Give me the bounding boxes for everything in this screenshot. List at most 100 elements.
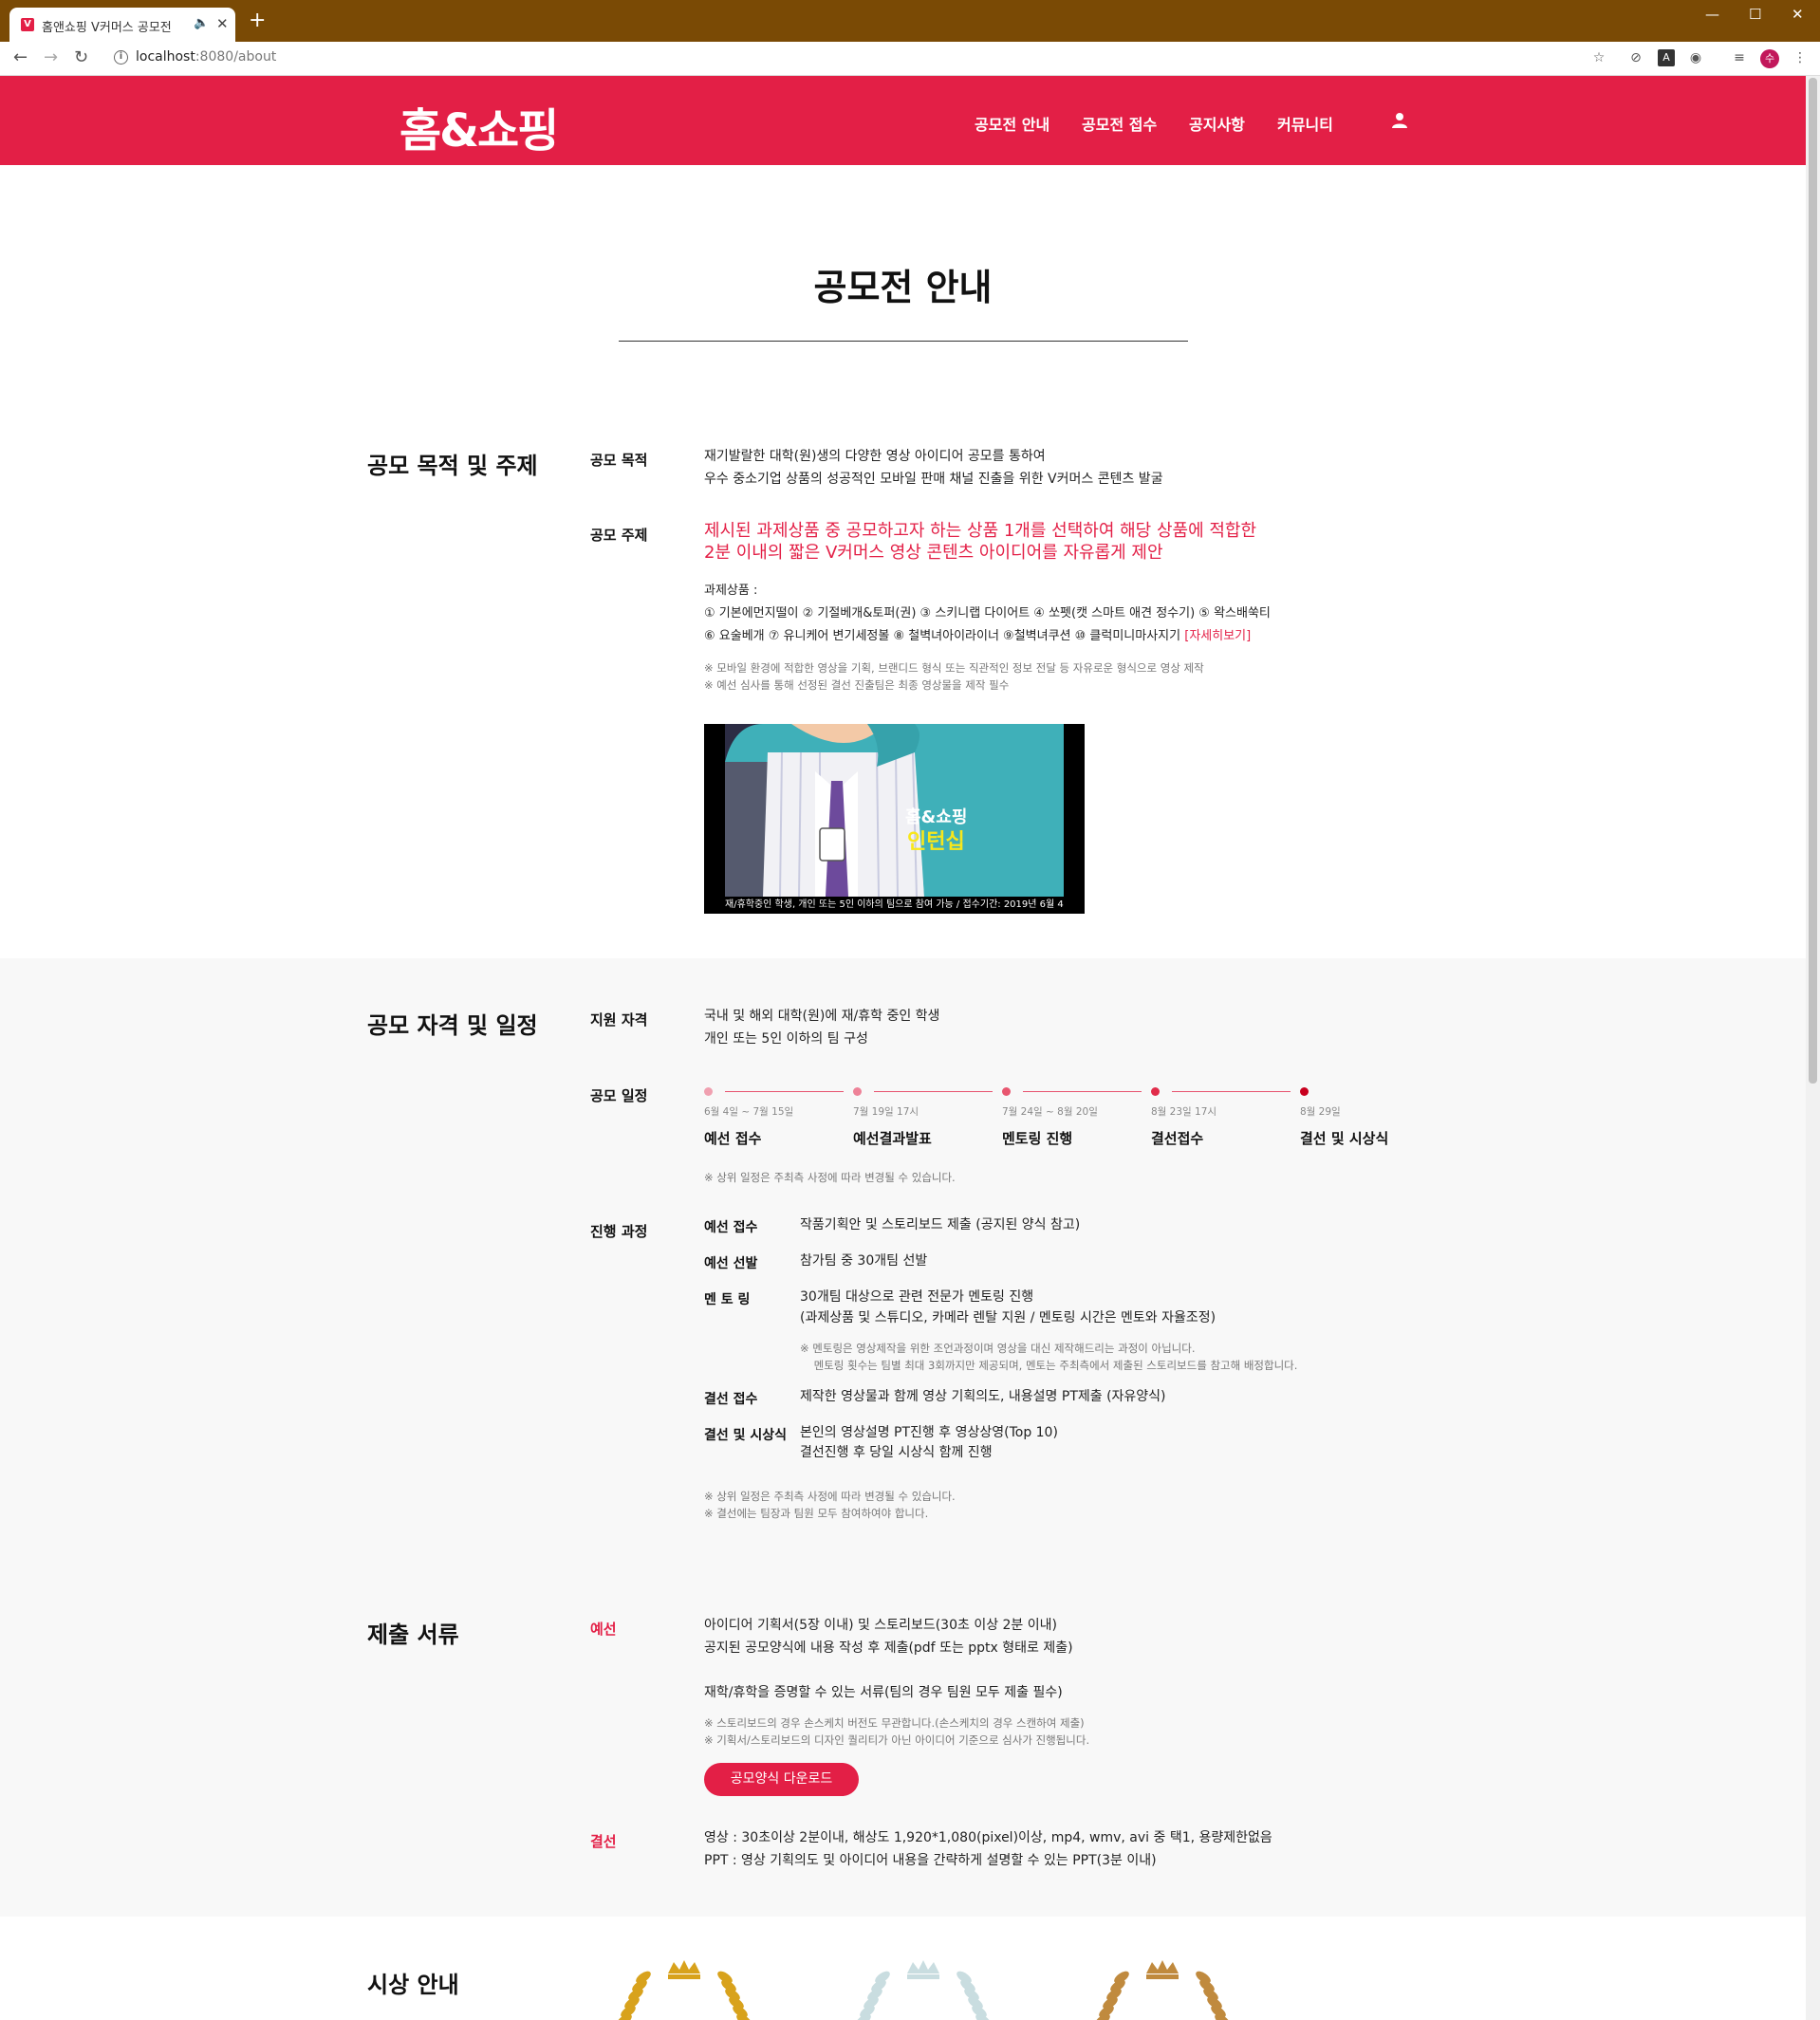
tab-title: 홈앤쇼핑 V커머스 공모전	[42, 21, 172, 35]
bookmark-star-icon[interactable]: ☆	[1590, 49, 1607, 66]
window-close-icon[interactable]: ✕	[1792, 6, 1804, 23]
process-text-mentoring-2: (과제상품 및 스튜디오, 카메라 렌탈 지원 / 멘토링 시간은 멘토와 자율…	[800, 1310, 1216, 1325]
site-favicon-icon: V	[21, 18, 34, 31]
label-process: 진행 과정	[590, 1223, 648, 1240]
page-title: 공모전 안내	[813, 267, 993, 308]
mentoring-note-1: ※ 멘토링은 영상제작을 위한 조언과정이며 영상을 대신 제작해드리는 과정이…	[800, 1342, 1196, 1355]
label-theme: 공모 주제	[590, 527, 648, 544]
close-icon[interactable]: ✕	[216, 15, 229, 32]
process-label-selection: 예선 선발	[704, 1256, 758, 1271]
process-note-1: ※ 상위 일정은 주최측 사정에 따라 변경될 수 있습니다.	[704, 1490, 956, 1503]
label-final: 결선	[590, 1833, 617, 1850]
timeline-step-name: 예선 접수	[704, 1130, 762, 1147]
process-note-2: ※ 결선에는 팀장과 팀원 모두 참여하여야 합니다.	[704, 1507, 929, 1520]
maximize-icon[interactable]: ☐	[1749, 6, 1761, 23]
timeline-date: 8월 23일 17시	[1151, 1106, 1217, 1118]
timeline-dot	[1002, 1087, 1011, 1096]
products-heading: 과제상품 :	[704, 584, 758, 598]
purpose-note-1: ※ 모바일 환경에 적합한 영상을 기획, 브랜디드 형식 또는 직관적인 정보…	[704, 661, 1204, 675]
menu-kebab-icon[interactable]: ⋮	[1792, 49, 1809, 66]
download-form-button[interactable]: 공모양식 다운로드	[704, 1763, 859, 1796]
site-logo[interactable]: 홈&쇼핑	[399, 93, 559, 159]
block-extension-icon[interactable]: ⊘	[1627, 49, 1644, 66]
reload-icon[interactable]: ↻	[74, 47, 88, 67]
proof-line: 재학/휴학을 증명할 수 있는 서류(팀의 경우 팀원 모두 제출 필수)	[704, 1685, 1063, 1700]
nav-community[interactable]: 커뮤니티	[1277, 112, 1333, 135]
new-tab-plus-icon[interactable]: +	[249, 10, 266, 31]
timeline-connector	[1023, 1091, 1142, 1092]
page-scrollbar[interactable]	[1806, 76, 1820, 2020]
title-divider	[619, 341, 1188, 342]
timeline-step-name: 결선 및 시상식	[1300, 1130, 1389, 1147]
goal-line-2: 우수 중소기업 상품의 성공적인 모바일 판매 채널 진출을 위한 V커머스 콘…	[704, 472, 1163, 487]
process-label-mentoring: 멘 토 링	[704, 1292, 751, 1307]
products-more-link[interactable]: [자세히보기]	[1184, 629, 1251, 643]
process-text-mentoring-1: 30개팀 대상으로 관련 전문가 멘토링 진행	[800, 1289, 1034, 1305]
products-line-2: ⑥ 요술베개 ⑦ 유니케어 변기세정볼 ⑧ 철벽녀아이라이너 ⑨철벽녀쿠션 ⑩ …	[704, 625, 1251, 648]
timeline-dot	[853, 1087, 862, 1096]
theme-line-2: 2분 이내의 짧은 V커머스 영상 콘텐츠 아이디어를 자유롭게 제안	[704, 543, 1163, 563]
timeline-connector	[725, 1091, 844, 1092]
award-wreath-icon	[617, 1960, 752, 2020]
timeline-date: 7월 19일 17시	[853, 1106, 919, 1118]
mentoring-note-2: 멘토링 횟수는 팀별 최대 3회까지만 제공되며, 멘토는 주최측에서 제출된 …	[800, 1359, 1298, 1372]
process-text-prelim: 작품기획안 및 스토리보드 제출 (공지된 양식 참고)	[800, 1217, 1081, 1232]
profile-avatar[interactable]: 수	[1760, 49, 1779, 68]
timeline-dot	[704, 1087, 713, 1096]
award-wreath-icon	[856, 1960, 991, 2020]
label-eligibility: 지원 자격	[590, 1011, 648, 1029]
process-text-final-award-1: 본인의 영상설명 PT진행 후 영상상영(Top 10)	[800, 1425, 1058, 1440]
nav-contest-submit[interactable]: 공모전 접수	[1082, 112, 1157, 135]
timeline-step-name: 결선접수	[1151, 1130, 1204, 1147]
minimize-icon[interactable]: —	[1705, 6, 1719, 23]
timeline-step-name: 멘토링 진행	[1002, 1130, 1073, 1147]
video-badge-intern: 인턴십	[907, 830, 965, 854]
address-bar[interactable]: localhost:8080/about	[136, 49, 276, 65]
timeline-date: 8월 29일	[1300, 1106, 1341, 1118]
timeline-dot	[1300, 1087, 1309, 1096]
documents-note-2: ※ 기획서/스토리보드의 디자인 퀄리티가 아닌 아이디어 기준으로 심사가 진…	[704, 1733, 1090, 1747]
site-info-icon[interactable]: i	[114, 50, 128, 65]
process-label-final-award: 결선 및 시상식	[704, 1428, 788, 1443]
prelim-line-1: 아이디어 기획서(5장 이내) 및 스토리보드(30초 이상 2분 이내)	[704, 1618, 1057, 1633]
eligibility-line-2: 개인 또는 5인 이하의 팀 구성	[704, 1031, 868, 1047]
url-path: :8080/about	[195, 49, 277, 65]
nav-contest-info[interactable]: 공모전 안내	[975, 112, 1049, 135]
final-line-2: PPT : 영상 기획의도 및 아이디어 내용을 간략하게 설명할 수 있는 P…	[704, 1853, 1157, 1868]
schedule-note: ※ 상위 일정은 주최측 사정에 따라 변경될 수 있습니다.	[704, 1171, 956, 1184]
back-arrow-icon[interactable]: ←	[13, 47, 28, 67]
eligibility-line-1: 국내 및 해외 대학(원)에 재/휴학 중인 학생	[704, 1009, 940, 1024]
media-list-icon[interactable]: ≡	[1731, 49, 1748, 66]
site-header: 홈&쇼핑 공모전 안내 공모전 접수 공지사항 커뮤니티	[0, 76, 1806, 165]
forward-arrow-icon[interactable]: →	[44, 47, 58, 67]
extension-a-icon[interactable]: A	[1658, 49, 1675, 66]
award-wreath-icon	[1095, 1960, 1230, 2020]
documents-note-1: ※ 스토리보드의 경우 손스케치 버전도 무관합니다.(손스케치의 경우 스캔하…	[704, 1716, 1085, 1730]
label-prelim: 예선	[590, 1621, 617, 1638]
chat-extension-icon[interactable]: ◉	[1687, 49, 1704, 66]
label-goal: 공모 목적	[590, 452, 648, 469]
products-line-1: ① 기본에먼지떨이 ② 기절베개&토퍼(권) ③ 스키니랩 다이어트 ④ 쏘펫(…	[704, 606, 1271, 621]
timeline-connector	[1172, 1091, 1291, 1092]
scrollbar-thumb[interactable]	[1809, 78, 1817, 1084]
section-title-documents: 제출 서류	[367, 1622, 459, 1648]
timeline-connector	[874, 1091, 993, 1092]
timeline-date: 7월 24일 ~ 8월 20일	[1002, 1106, 1098, 1118]
section-title-awards: 시상 안내	[367, 1972, 459, 1998]
nav-notices[interactable]: 공지사항	[1189, 112, 1245, 135]
promo-video[interactable]: 홈&쇼핑 인턴십 재/휴학중인 학생, 개인 또는 5인 이하의 팀으로 참여 …	[704, 724, 1085, 914]
purpose-note-2: ※ 예선 심사를 통해 선정된 결선 진출팀은 최종 영상물을 제작 필수	[704, 678, 1010, 692]
final-line-1: 영상 : 30초이상 2분이내, 해상도 1,920*1,080(pixel)이…	[704, 1830, 1272, 1845]
timeline-step-name: 예선결과발표	[853, 1130, 932, 1147]
video-illustration	[725, 724, 943, 898]
user-icon[interactable]	[1391, 112, 1408, 129]
process-label-final-submit: 결선 접수	[704, 1392, 758, 1407]
browser-tab[interactable]: V 홈앤쇼핑 V커머스 공모전 🔈 ✕	[9, 8, 235, 42]
label-schedule: 공모 일정	[590, 1087, 648, 1104]
products-line-2-text: ⑥ 요술베개 ⑦ 유니케어 변기세정볼 ⑧ 철벽녀아이라이너 ⑨철벽녀쿠션 ⑩ …	[704, 629, 1185, 643]
process-text-final-award-2: 결선진행 후 당일 시상식 함께 진행	[800, 1445, 993, 1460]
browser-titlebar: V 홈앤쇼핑 V커머스 공모전 🔈 ✕ + — ☐ ✕	[0, 0, 1820, 42]
speaker-icon[interactable]: 🔈	[194, 16, 209, 30]
process-text-final-submit: 제작한 영상물과 함께 영상 기획의도, 내용설명 PT제출 (자유양식)	[800, 1389, 1166, 1404]
section-title-purpose: 공모 목적 및 주제	[367, 453, 538, 479]
